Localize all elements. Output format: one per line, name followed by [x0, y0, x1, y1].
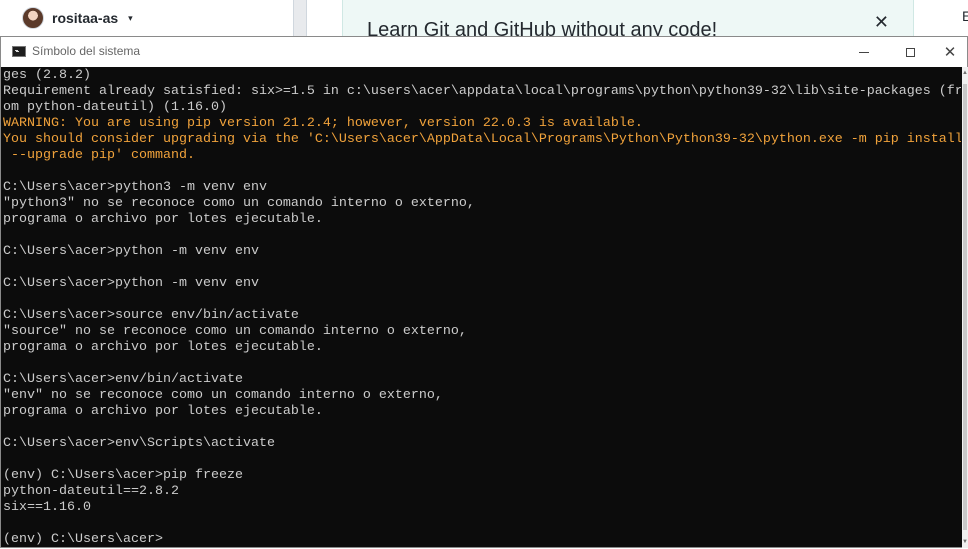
console-line: programa o archivo por lotes ejecutable.	[3, 340, 323, 355]
chevron-down-icon[interactable]: ▾	[128, 13, 133, 24]
console-line: "source" no se reconoce como un comando …	[3, 324, 467, 339]
scrollbar-thumb[interactable]	[963, 84, 967, 530]
console-line: programa o archivo por lotes ejecutable.	[3, 404, 323, 419]
console-line: C:\Users\acer>python -m venv env	[3, 276, 259, 291]
close-icon[interactable]: ✕	[874, 13, 889, 31]
console-line: python-dateutil==2.8.2	[3, 484, 179, 499]
github-user-menu[interactable]: rositaa-as ▾	[22, 6, 133, 30]
window-title-bar[interactable]: Símbolo del sistema ✕	[1, 37, 967, 67]
console-line: Requirement already satisfied: six>=1.5 …	[3, 84, 961, 99]
console-line: WARNING: You are using pip version 21.2.…	[3, 116, 643, 131]
console-line: C:\Users\acer>python3 -m venv env	[3, 180, 267, 195]
minimize-icon	[859, 51, 869, 53]
command-prompt-window[interactable]: Símbolo del sistema ✕ ges (2.8.2) Require…	[0, 36, 968, 548]
minimize-button[interactable]	[841, 37, 887, 67]
console-line: "python3" no se reconoce como un comando…	[3, 196, 475, 211]
banner-title: Learn Git and GitHub without any code!	[367, 19, 718, 36]
console-line: "env" no se reconoce como un comando int…	[3, 388, 443, 403]
console-line: six==1.16.0	[3, 500, 91, 515]
console-line: (env) C:\Users\acer>pip freeze	[3, 468, 243, 483]
console-line: C:\Users\acer>source env/bin/activate	[3, 308, 299, 323]
window-title: Símbolo del sistema	[32, 44, 141, 58]
maximize-button[interactable]	[887, 37, 933, 67]
close-button[interactable]: ✕	[933, 37, 967, 67]
background-divider	[293, 0, 307, 36]
right-panel-text: E	[962, 8, 968, 24]
console-line: C:\Users\acer>python -m venv env	[3, 244, 259, 259]
cmd-icon	[12, 46, 26, 57]
avatar-icon[interactable]	[22, 7, 44, 29]
maximize-icon	[905, 47, 915, 57]
learning-banner: Learn Git and GitHub without any code! ✕	[342, 0, 914, 36]
username[interactable]: rositaa-as	[52, 10, 118, 26]
close-icon: ✕	[943, 43, 957, 61]
background-right-panel: E	[914, 0, 968, 36]
console-line: programa o archivo por lotes ejecutable.	[3, 212, 323, 227]
scroll-down-icon[interactable]: ▼	[962, 536, 968, 548]
console-line: ges (2.8.2)	[3, 68, 91, 83]
background-browser: rositaa-as ▾ Learn Git and GitHub withou…	[0, 0, 968, 36]
console-line: --upgrade pip' command.	[3, 148, 195, 163]
console-line: You should consider upgrading via the 'C…	[3, 132, 961, 147]
console-line: C:\Users\acer>env\Scripts\activate	[3, 436, 275, 451]
console-output[interactable]: ges (2.8.2) Requirement already satisfied…	[3, 68, 961, 549]
console-line: om python-dateutil) (1.16.0)	[3, 100, 227, 115]
vertical-scrollbar[interactable]: ▲ ▼	[962, 67, 968, 548]
console-line: (env) C:\Users\acer>	[3, 532, 163, 547]
scroll-up-icon[interactable]: ▲	[962, 67, 968, 79]
console-line: C:\Users\acer>env/bin/activate	[3, 372, 243, 387]
